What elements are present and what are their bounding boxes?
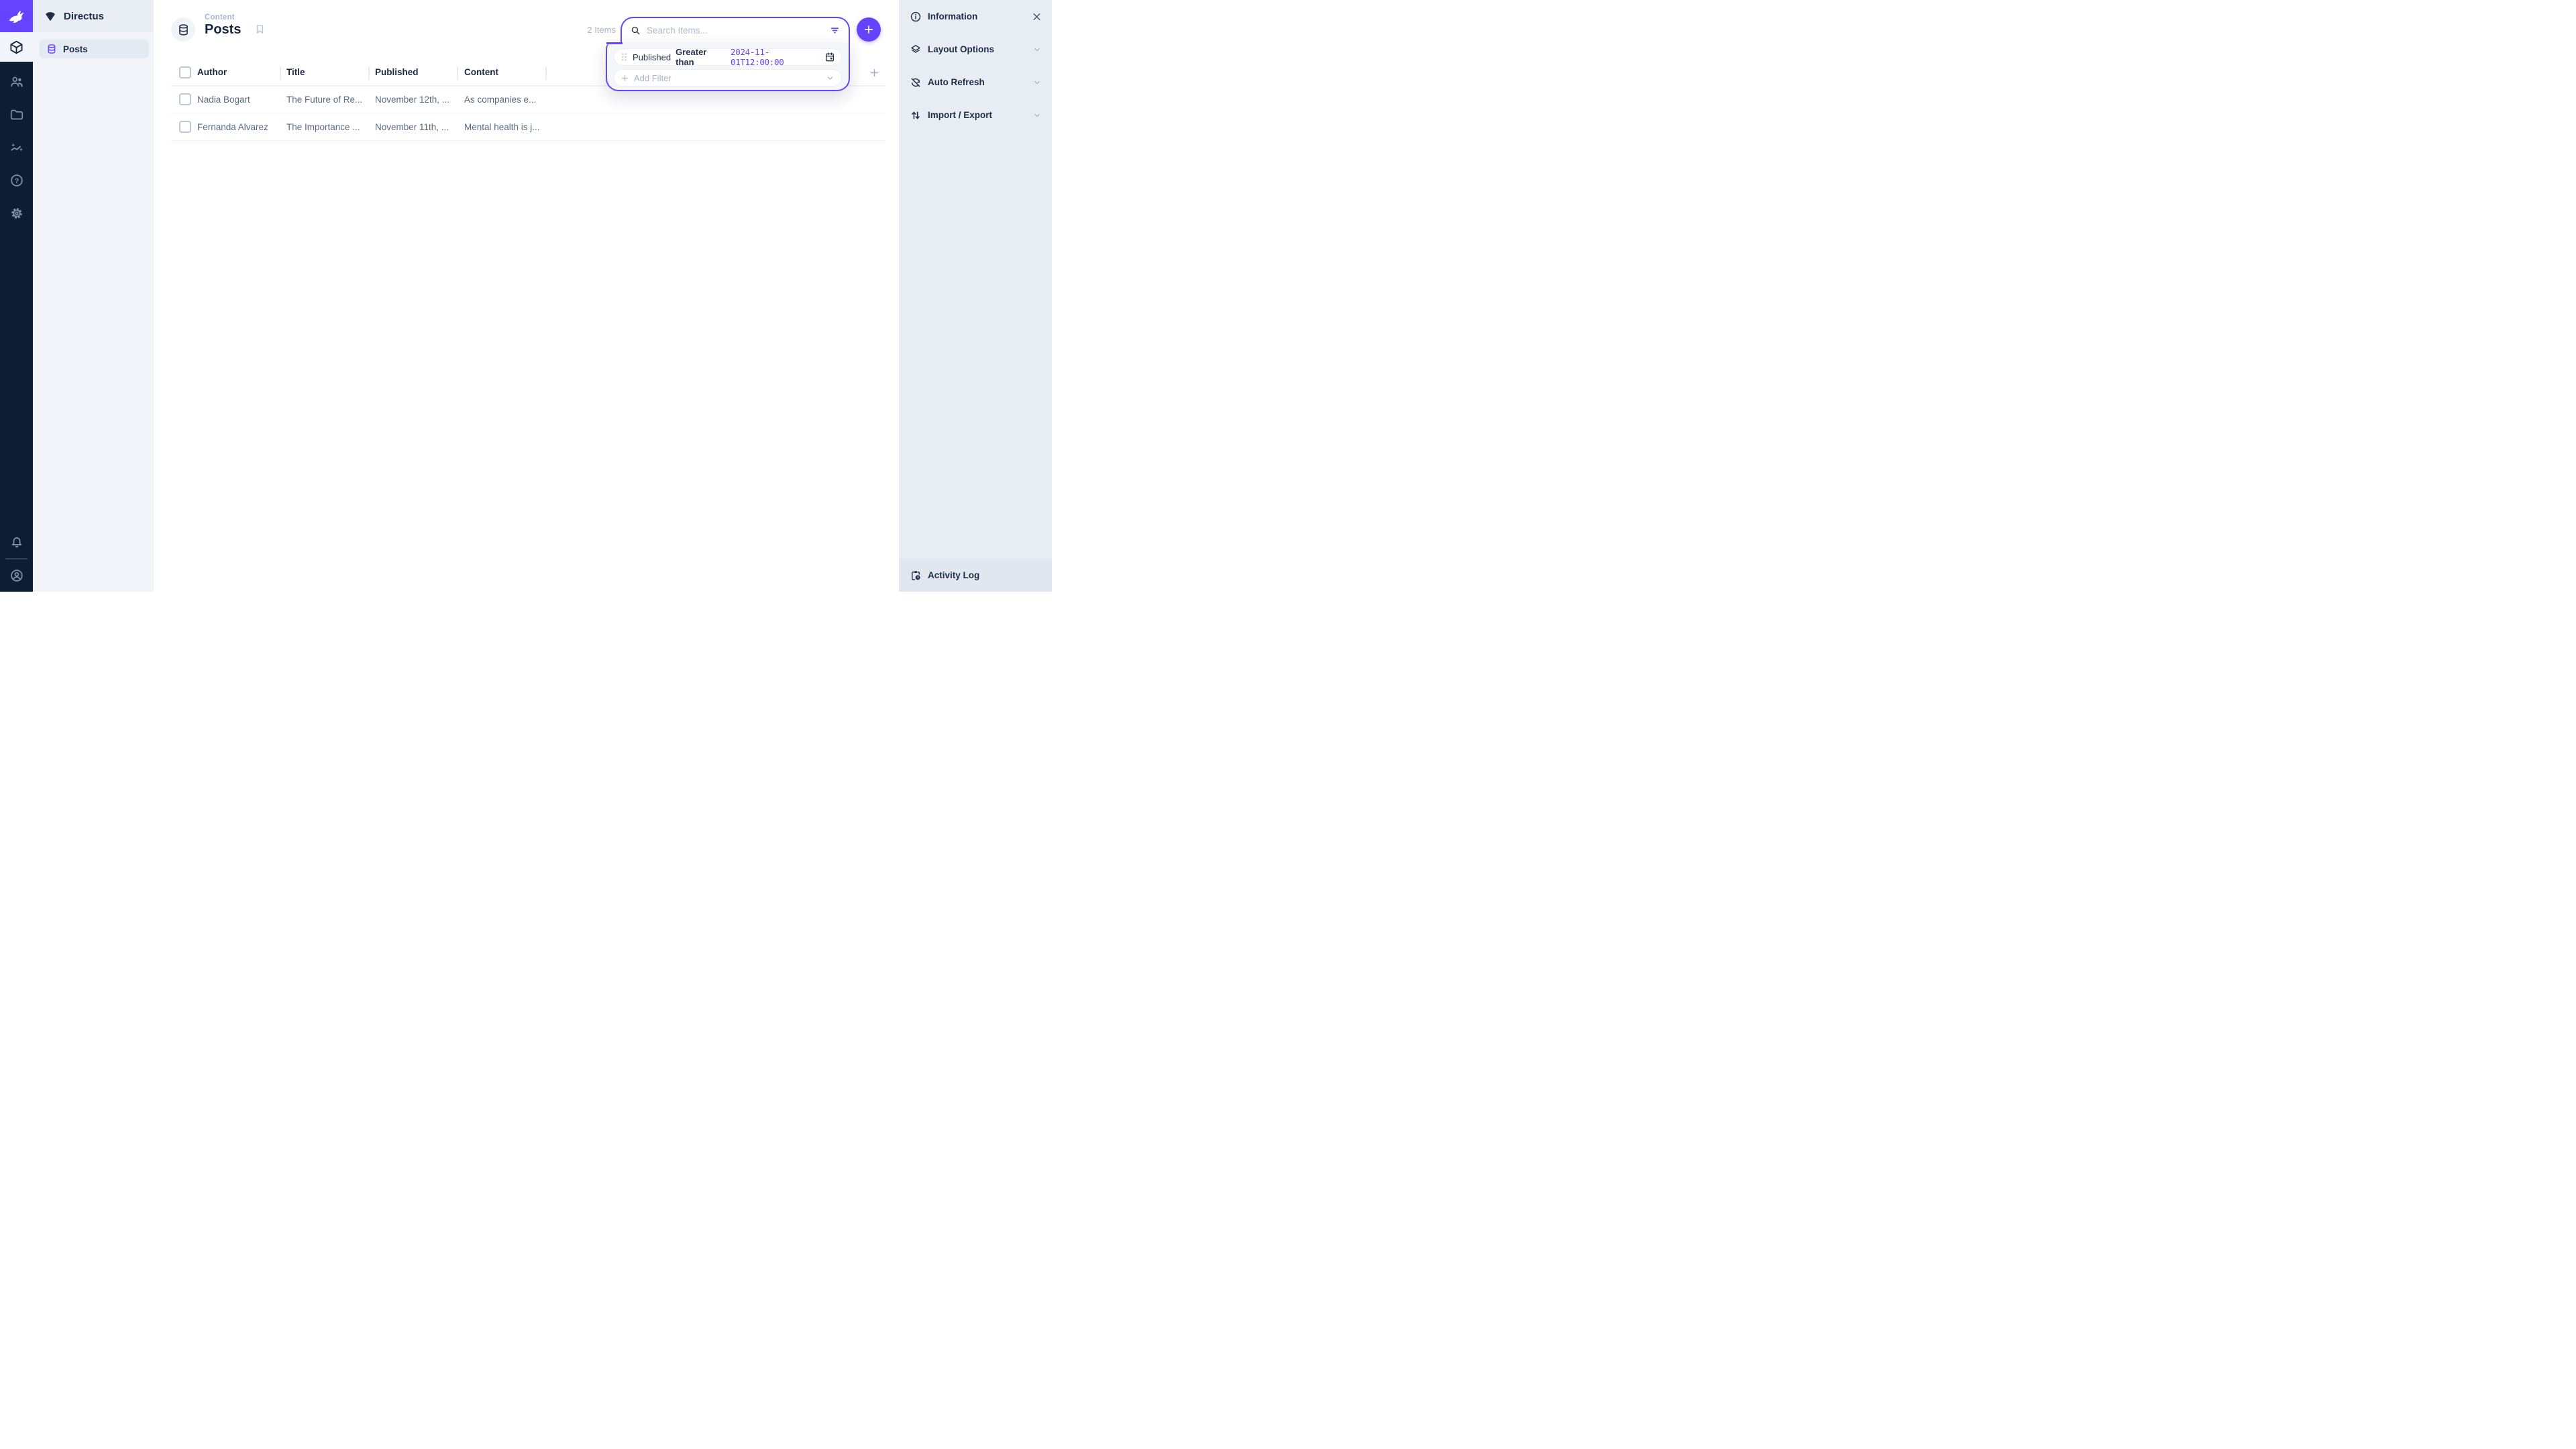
cell-title: The Future of Re...: [286, 86, 362, 113]
right-sidebar: Information Layout Options Auto Refresh …: [899, 0, 1052, 592]
plus-icon: [621, 74, 629, 83]
collection-icon-button[interactable]: [171, 17, 195, 42]
activity-log-label: Activity Log: [928, 570, 979, 580]
module-content[interactable]: [0, 32, 33, 62]
nav-item-label: Posts: [63, 44, 88, 54]
chevron-down-icon[interactable]: [1032, 77, 1042, 88]
column-header-author[interactable]: Author: [197, 64, 276, 80]
add-filter-label: Add Filter: [634, 73, 672, 83]
filter-field[interactable]: Published: [633, 52, 671, 62]
activity-log-icon: [910, 570, 922, 582]
chevron-down-icon[interactable]: [825, 73, 835, 83]
gear-icon: [9, 206, 24, 221]
column-separator[interactable]: [280, 66, 281, 80]
search-filter-popover: Published Greater than 2024-11-01T12:00:…: [606, 17, 850, 91]
box-icon: [9, 40, 24, 55]
drag-handle-icon[interactable]: [621, 52, 628, 62]
cell-content: Mental health is j...: [464, 113, 540, 141]
module-insights[interactable]: [0, 131, 33, 164]
sync-disabled-icon: [910, 76, 922, 89]
cell-published: November 11th, ...: [375, 113, 449, 141]
module-settings[interactable]: [0, 197, 33, 229]
table-row[interactable]: Fernanda Alvarez The Importance ... Nove…: [171, 113, 885, 141]
search-input[interactable]: [647, 25, 824, 36]
database-icon: [46, 44, 57, 54]
sidebar-section-label: Information: [928, 11, 977, 21]
sidebar-section-label: Auto Refresh: [928, 77, 985, 87]
help-icon: ?: [9, 173, 24, 188]
import-export-icon: [910, 109, 922, 121]
calendar-icon[interactable]: [824, 52, 835, 62]
bell-icon: [9, 535, 24, 550]
column-header-published[interactable]: Published: [375, 64, 454, 80]
select-all-checkbox[interactable]: [179, 66, 191, 78]
search-bar: [621, 17, 850, 42]
column-header-title[interactable]: Title: [286, 64, 366, 80]
cell-author: Nadia Bogart: [197, 86, 250, 113]
module-help[interactable]: ?: [0, 164, 33, 197]
cell-author: Fernanda Alvarez: [197, 113, 268, 141]
account-circle-icon: [9, 568, 24, 583]
layers-icon: [910, 44, 922, 56]
filter-rule[interactable]: Published Greater than 2024-11-01T12:00:…: [614, 48, 842, 66]
main-content: Content Posts 2 Items Author Title Publi…: [154, 0, 899, 592]
add-filter-button[interactable]: Add Filter: [614, 69, 842, 87]
module-bar: ?: [0, 0, 33, 592]
project-name: Directus: [64, 11, 104, 22]
breadcrumb: Content: [205, 13, 235, 21]
sidebar-section-import-export[interactable]: Import / Export: [899, 99, 1052, 131]
filter-value[interactable]: 2024-11-01T12:00:00: [731, 47, 820, 67]
plus-icon: [863, 23, 875, 36]
column-separator[interactable]: [457, 66, 458, 80]
project-fan-icon: [44, 9, 57, 23]
sidebar-section-layout-options[interactable]: Layout Options: [899, 33, 1052, 66]
sidebar-section-auto-refresh[interactable]: Auto Refresh: [899, 66, 1052, 99]
filter-panel: Published Greater than 2024-11-01T12:00:…: [606, 42, 850, 91]
chevron-down-icon[interactable]: [1032, 44, 1042, 55]
sidebar-section-label: Layout Options: [928, 44, 994, 54]
close-icon[interactable]: [1031, 11, 1042, 22]
sidebar-section-information[interactable]: Information: [899, 0, 1052, 33]
account-button[interactable]: [0, 559, 33, 592]
module-file-library[interactable]: [0, 98, 33, 131]
column-separator[interactable]: [545, 66, 547, 80]
column-header-content[interactable]: Content: [464, 64, 543, 80]
notifications-button[interactable]: [0, 526, 33, 559]
filter-operator[interactable]: Greater than: [676, 47, 726, 67]
sidebar-section-label: Import / Export: [928, 110, 992, 120]
directus-logo[interactable]: [0, 0, 33, 32]
row-checkbox[interactable]: [179, 93, 191, 105]
column-separator[interactable]: [368, 66, 370, 80]
project-header[interactable]: Directus: [33, 0, 154, 32]
cell-published: November 12th, ...: [375, 86, 449, 113]
module-user-directory[interactable]: [0, 65, 33, 98]
nav-item-posts[interactable]: Posts: [40, 40, 149, 58]
people-icon: [9, 74, 24, 89]
info-icon: [910, 11, 922, 23]
cell-content: As companies e...: [464, 86, 536, 113]
filter-icon[interactable]: [829, 25, 841, 36]
row-checkbox[interactable]: [179, 121, 191, 133]
search-icon: [630, 25, 641, 36]
insights-icon: [9, 140, 24, 155]
cell-title: The Importance ...: [286, 113, 360, 141]
navigation-panel: Directus Posts: [33, 0, 154, 592]
database-icon: [177, 23, 190, 36]
folder-icon: [9, 107, 24, 122]
bookmark-icon[interactable]: [254, 23, 266, 35]
create-item-button[interactable]: [857, 17, 881, 42]
activity-log-button[interactable]: Activity Log: [899, 559, 1052, 592]
add-column-icon[interactable]: [869, 67, 880, 78]
svg-text:?: ?: [14, 176, 18, 184]
chevron-down-icon[interactable]: [1032, 110, 1042, 121]
rabbit-icon: [7, 6, 27, 26]
page-title: Posts: [205, 22, 241, 38]
